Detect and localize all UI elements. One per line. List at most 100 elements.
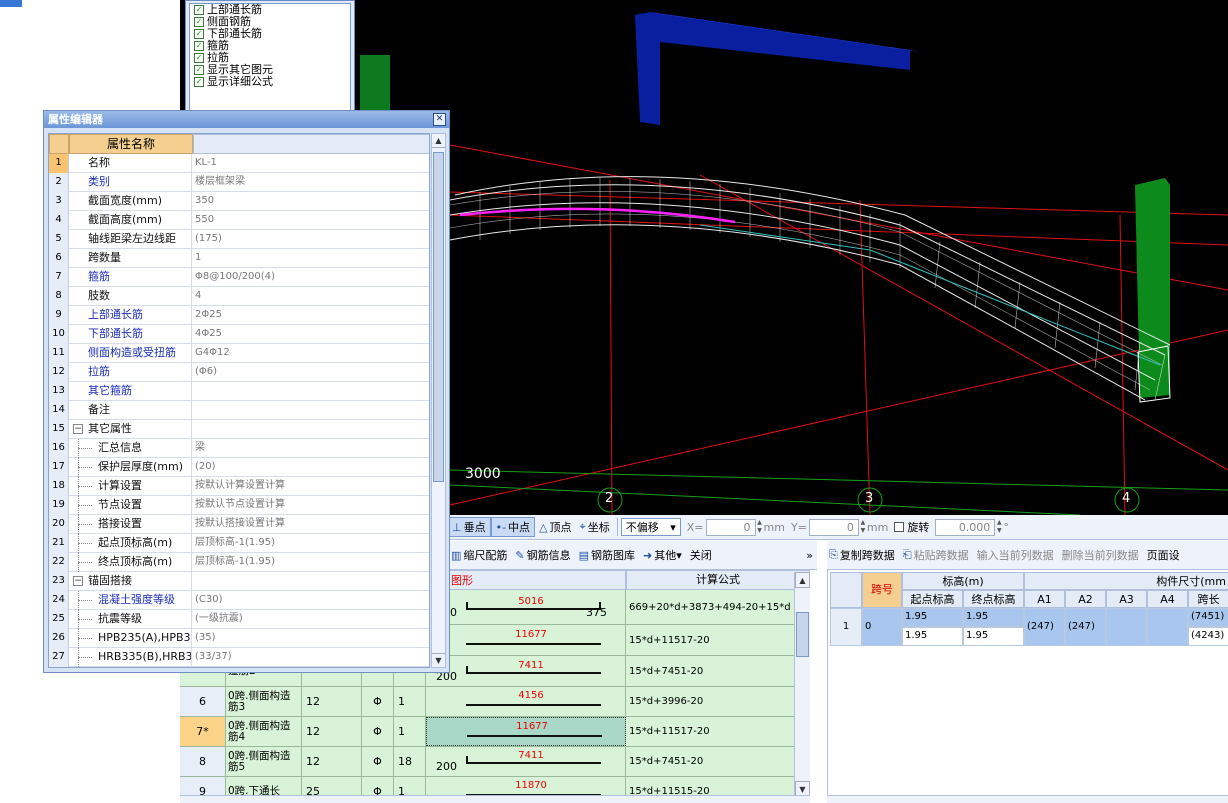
formula-cell[interactable]: 15*d+7451-20 [626, 747, 810, 776]
property-value[interactable]: 1 [193, 249, 429, 268]
property-value[interactable]: 4 [193, 287, 429, 306]
close-icon[interactable]: ✕ [433, 113, 446, 126]
formula-cell[interactable]: 669+20*d+3873+494-20+15*d [626, 590, 810, 624]
property-value[interactable]: (一级抗震) [193, 610, 429, 629]
span-length-cell-1[interactable]: (7451) [1188, 608, 1228, 627]
rotate-input[interactable]: 0.000 [935, 518, 996, 536]
rotate-checkbox[interactable] [894, 522, 905, 532]
property-row[interactable]: 16 汇总信息梁 [49, 439, 429, 458]
property-value[interactable]: 楼层框架梁 [193, 173, 429, 192]
scroll-thumb[interactable] [796, 612, 809, 657]
y-input[interactable]: 0 [808, 518, 859, 536]
property-row[interactable]: 9 上部通长筋 2Φ25 [49, 306, 429, 325]
cell-name[interactable]: 0跨.侧面构造筋5 [226, 747, 302, 776]
a2-cell[interactable]: (247) [1065, 608, 1106, 646]
scroll-thumb[interactable] [433, 152, 444, 482]
checkbox-checked-icon[interactable]: ✓ [194, 65, 204, 75]
rebar-shape-cell[interactable]: 11677 [426, 717, 626, 746]
collapse-icon[interactable]: − [73, 576, 83, 586]
property-value[interactable] [193, 382, 429, 401]
paste-span-button[interactable]: ⎗ 粘贴跨数据 [899, 545, 973, 565]
property-value[interactable]: (20) [193, 458, 429, 477]
cell-g[interactable]: Φ [362, 717, 394, 746]
property-editor-titlebar[interactable]: 属性编辑器 ✕ [44, 111, 449, 128]
start-elevation-cell-1[interactable]: 1.95 [902, 608, 963, 627]
display-option-6[interactable]: ✓ 显示详细公式 [190, 76, 350, 88]
formula-cell[interactable]: 15*d+7451-20 [626, 656, 810, 686]
cell-cnt[interactable]: 18 [394, 747, 426, 776]
property-row[interactable]: 13 其它箍筋 [49, 382, 429, 401]
perpendicular-snap-button[interactable]: ⊥ 垂点 [447, 517, 491, 537]
checkbox-checked-icon[interactable]: ✓ [194, 41, 204, 51]
y-spinner[interactable]: ▲ ▼ [859, 519, 867, 535]
rebar-table-vscroll[interactable]: ▲ ▼ [794, 572, 810, 797]
property-row[interactable]: 27 HRB335(B),HRB3 (33/37) [49, 648, 429, 667]
property-row[interactable]: 25 抗震等级 (一级抗震) [49, 610, 429, 629]
property-row[interactable]: 21 起点顶标高(m) 层顶标高-1(1.95) [49, 534, 429, 553]
close-button[interactable]: 关闭 [686, 545, 716, 565]
cell-g[interactable]: Φ [362, 687, 394, 716]
property-row[interactable]: 22 终点顶标高(m) 层顶标高-1(1.95) [49, 553, 429, 572]
coordinate-snap-button[interactable]: ⌖ 坐标 [576, 517, 614, 537]
property-row[interactable]: 12 拉筋 (Φ6) [49, 363, 429, 382]
cell-name[interactable]: 0跨.侧面构造筋4 [226, 717, 302, 746]
x-input[interactable]: 0 [705, 518, 756, 536]
table-row[interactable]: 8 0跨.侧面构造筋5 12 Φ 18 200 7411 15*d+7451-20 [180, 747, 810, 777]
formula-cell[interactable]: 15*d+3996-20 [626, 687, 810, 716]
property-value[interactable] [193, 420, 429, 439]
property-row[interactable]: 1 名称 KL-1 [49, 154, 429, 173]
property-row[interactable]: 15− 其它属性 [49, 420, 429, 439]
property-value[interactable]: 按默认计算设置计算 [193, 477, 429, 496]
property-value[interactable]: 550 [193, 211, 429, 230]
vertex-snap-button[interactable]: △ 顶点 [535, 517, 575, 537]
property-row[interactable]: 3 截面宽度(mm) 350 [49, 192, 429, 211]
property-row[interactable]: 24 混凝土强度等级 (C30) [49, 591, 429, 610]
rebar-library-button[interactable]: ▤ 钢筋图库 [575, 545, 639, 565]
property-row[interactable]: 10 下部通长筋 4Φ25 [49, 325, 429, 344]
property-value[interactable] [193, 572, 429, 591]
cell-num[interactable]: 8 [180, 747, 226, 776]
x-spinner[interactable]: ▲ ▼ [756, 519, 764, 535]
end-elevation-cell-2[interactable]: 1.95 [963, 627, 1024, 646]
span-number-header[interactable]: 跨号 [862, 572, 902, 608]
property-row[interactable]: 7 箍筋 Φ8@100/200(4) [49, 268, 429, 287]
property-row[interactable]: 23− 锚固搭接 [49, 572, 429, 591]
rebar-shape-cell[interactable]: 200 7411 [426, 747, 626, 776]
cell-num[interactable]: 7* [180, 717, 226, 746]
input-column-button[interactable]: 输入当前列数据 [973, 545, 1058, 565]
property-row[interactable]: 2 类别 楼层框架梁 [49, 173, 429, 192]
property-value[interactable]: 2Φ25 [193, 306, 429, 325]
property-row[interactable]: 14 备注 [49, 401, 429, 420]
property-row[interactable]: 4 截面高度(mm) 550 [49, 211, 429, 230]
property-value[interactable] [193, 401, 429, 420]
rebar-info-button[interactable]: ✎ 钢筋信息 [511, 545, 574, 565]
property-row[interactable]: 26 HPB235(A),HPB3 (35) [49, 629, 429, 648]
property-value[interactable]: (C30) [193, 591, 429, 610]
property-value[interactable]: 4Φ25 [193, 325, 429, 344]
formula-cell[interactable]: 15*d+11517-20 [626, 717, 810, 746]
span-table-hscroll[interactable] [827, 795, 1228, 803]
rebar-shape-cell[interactable]: 3005016375 [426, 590, 626, 624]
scroll-up-icon[interactable]: ▲ [795, 572, 810, 588]
rotate-spinner[interactable]: ▲ ▼ [995, 519, 1003, 535]
end-elevation-cell-1[interactable]: 1.95 [963, 608, 1024, 627]
cell-num[interactable]: 6 [180, 687, 226, 716]
page-settings-button[interactable]: 页面设 [1143, 545, 1184, 565]
property-row[interactable]: 17 保护层厚度(mm) (20) [49, 458, 429, 477]
property-row[interactable]: 11 侧面构造或受扭筋 G4Φ12 [49, 344, 429, 363]
midpoint-snap-button[interactable]: •- 中点 [490, 517, 536, 537]
property-value[interactable]: 按默认节点设置计算 [193, 496, 429, 515]
cell-name[interactable]: 0跨.侧面构造筋3 [226, 687, 302, 716]
property-row[interactable]: 20 搭接设置 按默认搭接设置计算 [49, 515, 429, 534]
a1-cell[interactable]: (247) [1024, 608, 1065, 646]
checkbox-checked-icon[interactable]: ✓ [194, 77, 204, 87]
span-length-cell-2[interactable]: (4243) [1188, 627, 1228, 646]
checkbox-checked-icon[interactable]: ✓ [194, 5, 204, 15]
scroll-down-icon[interactable]: ▼ [432, 653, 445, 667]
span-number-cell[interactable]: 0 [862, 608, 902, 646]
cell-cnt[interactable]: 1 [394, 687, 426, 716]
rebar-shape-cell[interactable]: 200 7411 [426, 656, 626, 686]
cell-d[interactable]: 12 [302, 717, 362, 746]
property-value[interactable]: Φ8@100/200(4) [193, 268, 429, 287]
cell-g[interactable]: Φ [362, 747, 394, 776]
